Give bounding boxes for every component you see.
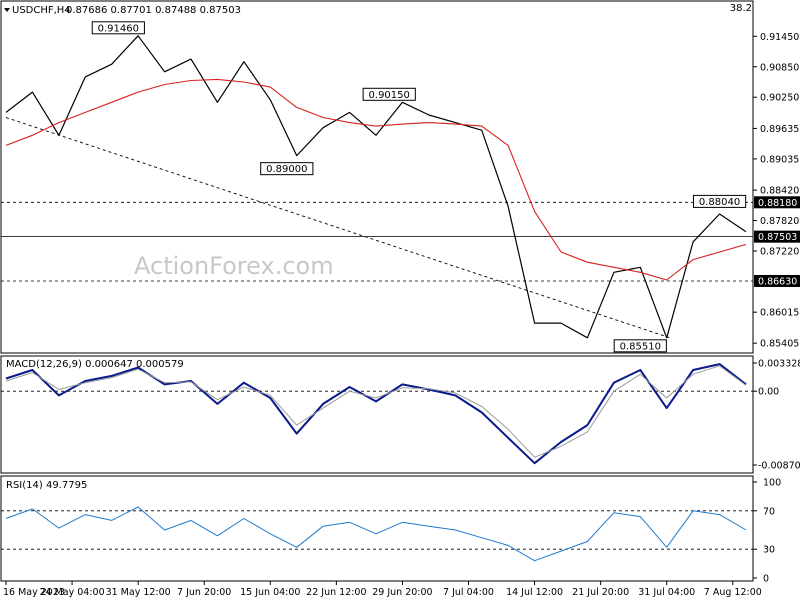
price-tick-label: 0.88420 <box>760 186 799 197</box>
price-tick-label: 0.90250 <box>760 93 799 104</box>
time-tick-label: 22 Jun 12:00 <box>306 587 366 598</box>
rsi-title: RSI(14) 49.7795 <box>6 480 87 491</box>
price-tick-label: 0.89035 <box>760 154 799 165</box>
macd-panel <box>0 355 754 474</box>
level-label: 0.86630 <box>758 276 797 287</box>
time-tick-label: 7 Jun 20:00 <box>177 587 231 598</box>
time-tick-label: 14 Jul 12:00 <box>506 587 563 598</box>
time-tick-label: 31 Jul 04:00 <box>638 587 695 598</box>
time-tick-label: 21 Jul 20:00 <box>572 587 629 598</box>
rsi-tick-label: 100 <box>763 478 781 489</box>
price-tick-label: 0.91450 <box>760 32 799 43</box>
time-tick-label: 31 May 12:00 <box>106 587 171 598</box>
rsi-panel <box>0 475 754 582</box>
level-label: 0.88180 <box>758 198 797 209</box>
price-annotation: 0.88040 <box>699 197 740 208</box>
chart-canvas: USDCHF,H4 0.87686 0.87701 0.87488 0.8750… <box>0 0 800 598</box>
macd-tick-label: -0.008707 <box>758 460 800 471</box>
watermark: ActionForex.com <box>134 252 334 280</box>
corner-value: 38.2 <box>730 3 752 14</box>
price-annotation: 0.85510 <box>620 341 661 352</box>
macd-tick-label: 0.00 <box>758 387 779 398</box>
price-tick-label: 0.85405 <box>760 339 799 350</box>
rsi-tick-label: 70 <box>763 506 775 517</box>
price-annotation: 0.89000 <box>266 164 307 175</box>
chart-window: USDCHF,H4 0.87686 0.87701 0.87488 0.8750… <box>0 0 800 600</box>
time-tick-label: 7 Jul 04:00 <box>443 587 494 598</box>
rsi-tick-label: 30 <box>763 545 775 556</box>
price-tick-label: 0.89635 <box>760 124 799 135</box>
price-annotation: 0.90150 <box>369 90 410 101</box>
chart-symbol: USDCHF,H4 <box>12 5 71 16</box>
time-tick-label: 7 Aug 12:00 <box>704 587 762 598</box>
macd-title: MACD(12,26,9) 0.000647 0.000579 <box>6 359 184 370</box>
price-panel <box>0 0 754 354</box>
price-tick-label: 0.86015 <box>760 308 799 319</box>
time-tick-label: 24 May 04:00 <box>39 587 104 598</box>
time-tick-label: 15 Jun 04:00 <box>240 587 300 598</box>
price-axis: 0.91450 0.90850 0.90250 0.89635 0.89035 0.884… <box>753 32 799 350</box>
price-tick-label: 0.90850 <box>760 62 799 73</box>
time-axis: 16 May 202324 May 04:00 31 May 12:00 7 Jun… <box>3 581 762 598</box>
rsi-tick-label: 0 <box>763 574 769 585</box>
price-tick-label: 0.87220 <box>760 247 799 258</box>
time-tick-label: 29 Jun 20:00 <box>372 587 432 598</box>
price-tick-label: 0.87820 <box>760 216 799 227</box>
macd-tick-label: 0.003328 <box>758 358 800 369</box>
level-label: 0.87503 <box>758 232 797 243</box>
chart-quote: 0.87686 0.87701 0.87488 0.87503 <box>66 5 241 16</box>
price-annotation: 0.91460 <box>98 23 139 34</box>
